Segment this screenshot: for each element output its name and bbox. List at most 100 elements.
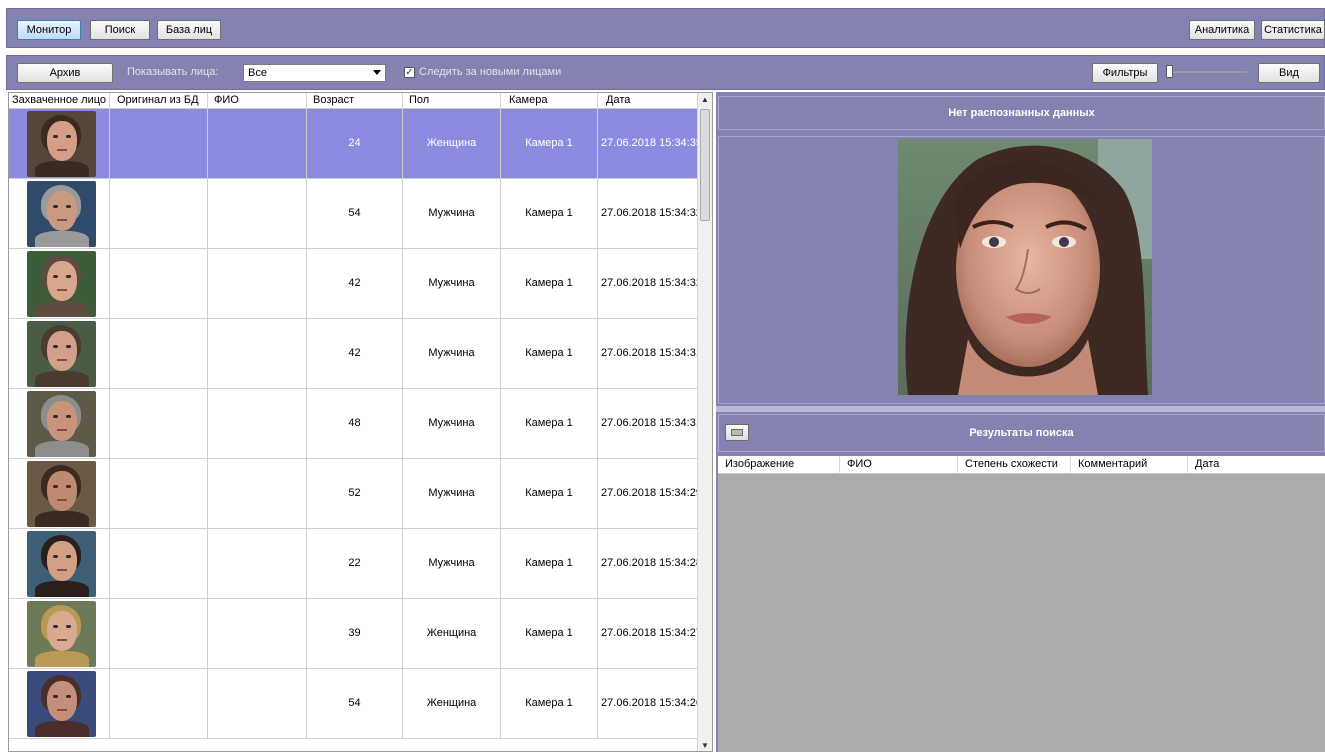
camera-cell: Камера 1	[501, 249, 598, 318]
db-original-cell	[110, 599, 208, 668]
captured-faces-table: Захваченное лицо Оригинал из БД ФИО Возр…	[8, 92, 713, 752]
date-cell: 27.06.2018 15:34:31	[601, 347, 702, 359]
column-header[interactable]: Степень схожести	[958, 456, 1071, 474]
face-photo-image	[898, 139, 1152, 395]
table-row[interactable]: 42 Мужчина Камера 1 27.06.2018 15:34:31	[9, 319, 705, 389]
table-body: 24 Женщина Камера 1 27.06.2018 15:34:35 54 Му…	[9, 109, 705, 751]
fio-cell	[208, 249, 307, 318]
table-row[interactable]: 48 Мужчина Камера 1 27.06.2018 15:34:31	[9, 389, 705, 459]
date-cell: 27.06.2018 15:34:31	[601, 417, 702, 429]
search-toggle-icon[interactable]	[725, 424, 749, 441]
camera-cell: Камера 1	[501, 179, 598, 248]
scroll-up-icon[interactable]: ▲	[698, 93, 712, 107]
table-row[interactable]: 54 Женщина Камера 1 27.06.2018 15:34:26	[9, 669, 705, 739]
search-button[interactable]: Поиск	[90, 20, 150, 40]
column-header[interactable]: Изображение	[718, 456, 840, 474]
fio-cell	[208, 459, 307, 528]
face-thumbnail-image	[27, 601, 96, 667]
search-results-title: Результаты поиска	[969, 427, 1074, 439]
search-results-table: Изображение ФИО Степень схожести Коммент…	[718, 456, 1325, 752]
face-thumbnail-image	[27, 461, 96, 527]
follow-new-faces-checkbox[interactable]: ✓	[404, 67, 415, 78]
recognition-status: Нет распознанных данных	[718, 96, 1325, 130]
date-cell: 27.06.2018 15:34:32	[601, 207, 702, 219]
vertical-scrollbar[interactable]: ▲ ▼	[697, 93, 712, 751]
statistics-button[interactable]: Статистика	[1261, 20, 1325, 40]
table-row[interactable]: 52 Мужчина Камера 1 27.06.2018 15:34:29	[9, 459, 705, 529]
db-original-cell	[110, 529, 208, 598]
age-cell: 54	[307, 179, 403, 248]
view-button[interactable]: Вид	[1258, 63, 1320, 83]
fio-cell	[208, 389, 307, 458]
table-header: Захваченное лицо Оригинал из БД ФИО Возр…	[9, 93, 705, 109]
camera-cell: Камера 1	[501, 459, 598, 528]
age-cell: 52	[307, 459, 403, 528]
captured-face-cell	[9, 599, 110, 668]
db-original-cell	[110, 459, 208, 528]
date-cell: 27.06.2018 15:34:35	[601, 137, 702, 149]
monitor-button[interactable]: Монитор	[17, 20, 81, 40]
column-header[interactable]: Комментарий	[1071, 456, 1188, 474]
filters-button[interactable]: Фильтры	[1092, 63, 1158, 83]
scroll-down-icon[interactable]: ▼	[698, 739, 712, 751]
db-original-cell	[110, 179, 208, 248]
column-header[interactable]: Пол	[403, 93, 501, 109]
column-header[interactable]: Дата	[1188, 456, 1325, 474]
results-table-header: Изображение ФИО Степень схожести Коммент…	[718, 456, 1325, 474]
captured-face-preview	[898, 139, 1152, 395]
face-thumbnail-image	[27, 181, 96, 247]
date-cell: 27.06.2018 15:34:29	[601, 487, 702, 499]
date-cell: 27.06.2018 15:34:26	[601, 697, 702, 709]
gender-cell: Женщина	[403, 599, 501, 668]
table-row[interactable]: 39 Женщина Камера 1 27.06.2018 15:34:27	[9, 599, 705, 669]
age-cell: 42	[307, 249, 403, 318]
gender-cell: Мужчина	[403, 529, 501, 598]
captured-face-cell	[9, 669, 110, 738]
face-thumbnail-image	[27, 321, 96, 387]
scrollbar-thumb[interactable]	[700, 109, 710, 221]
db-original-cell	[110, 319, 208, 388]
zoom-slider-track[interactable]	[1169, 71, 1247, 73]
column-header[interactable]: ФИО	[208, 93, 307, 109]
table-row[interactable]: 54 Мужчина Камера 1 27.06.2018 15:34:32	[9, 179, 705, 249]
zoom-slider-thumb[interactable]	[1166, 65, 1173, 78]
date-cell: 27.06.2018 15:34:32	[601, 277, 702, 289]
column-header[interactable]: ФИО	[840, 456, 958, 474]
fio-cell	[208, 529, 307, 598]
column-header[interactable]: Захваченное лицо	[9, 93, 110, 109]
recognition-panel: Нет распознанных данных Результаты поиск…	[716, 92, 1325, 752]
analytics-button[interactable]: Аналитика	[1189, 20, 1255, 40]
db-original-cell	[110, 109, 208, 178]
archive-button[interactable]: Архив	[17, 63, 113, 83]
column-header[interactable]: Оригинал из БД	[110, 93, 208, 109]
main-toolbar: Монитор Поиск База лиц Аналитика Статист…	[6, 8, 1325, 48]
camera-cell: Камера 1	[501, 669, 598, 738]
db-original-cell	[110, 249, 208, 318]
filter-toolbar: Архив Показывать лица: Все ✓ Следить за …	[6, 55, 1325, 90]
gender-cell: Мужчина	[403, 179, 501, 248]
fio-cell	[208, 109, 307, 178]
face-thumbnail-image	[27, 391, 96, 457]
face-thumbnail-image	[27, 531, 96, 597]
column-header[interactable]: Возраст	[307, 93, 403, 109]
age-cell: 24	[307, 109, 403, 178]
gender-cell: Мужчина	[403, 389, 501, 458]
table-row[interactable]: 22 Мужчина Камера 1 27.06.2018 15:34:28	[9, 529, 705, 599]
panel-splitter[interactable]	[716, 406, 1325, 412]
captured-face-cell	[9, 529, 110, 598]
gender-cell: Мужчина	[403, 319, 501, 388]
captured-face-cell	[9, 389, 110, 458]
table-row[interactable]: 42 Мужчина Камера 1 27.06.2018 15:34:32	[9, 249, 705, 319]
show-faces-select[interactable]: Все	[243, 64, 386, 82]
camera-cell: Камера 1	[501, 389, 598, 458]
date-cell: 27.06.2018 15:34:28	[601, 557, 702, 569]
face-thumbnail-image	[27, 671, 96, 737]
table-row[interactable]: 24 Женщина Камера 1 27.06.2018 15:34:35	[9, 109, 705, 179]
gender-cell: Женщина	[403, 109, 501, 178]
fio-cell	[208, 179, 307, 248]
face-db-button[interactable]: База лиц	[157, 20, 221, 40]
column-header[interactable]: Камера	[501, 93, 598, 109]
column-header[interactable]: Дата	[598, 93, 705, 109]
db-original-cell	[110, 669, 208, 738]
camera-cell: Камера 1	[501, 599, 598, 668]
